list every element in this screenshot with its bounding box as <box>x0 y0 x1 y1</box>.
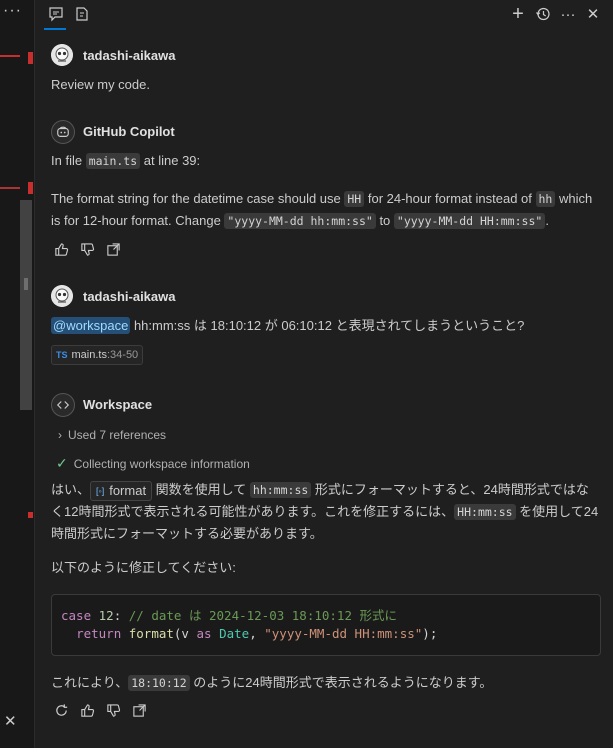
keyword: case <box>61 608 92 623</box>
text: 形式にフォーマットすると、24時間形式ではな <box>311 482 589 497</box>
message-author: tadashi-aikawa <box>83 289 176 304</box>
text: のように24時間形式で表示されるようになります。 <box>189 675 493 690</box>
error-marker <box>0 187 20 189</box>
message-line: 時間形式にフォーマットする必要があります。 <box>51 526 323 541</box>
used-references-toggle[interactable]: › Used 7 references <box>58 424 166 446</box>
text: to <box>375 213 394 228</box>
message-line: 以下のように修正してください: <box>51 560 236 575</box>
message-text: Review my code. <box>51 77 150 92</box>
close-icon[interactable]: ✕ <box>4 712 20 732</box>
active-tab-indicator <box>44 28 66 30</box>
punct: (v <box>173 626 197 641</box>
file-reference-chip[interactable]: TS main.ts:34-50 <box>51 345 144 365</box>
function: format <box>128 626 174 641</box>
error-marker <box>28 182 33 194</box>
keyword: as <box>196 626 212 641</box>
message-author: tadashi-aikawa <box>83 48 176 63</box>
text: hh:mm:ss は 18:10:12 が 06:10:12 と表現されてしまう… <box>130 318 525 333</box>
inline-code: "yyyy-MM-dd HH:mm:ss" <box>393 213 546 229</box>
comment: // date は 2024-12-03 18:10:12 形式に <box>128 608 398 623</box>
chevron-right-icon: › <box>58 428 62 442</box>
error-marker <box>28 512 33 518</box>
type: Date <box>219 626 250 641</box>
message-line: はい、 [◦] format 関数を使用して hh:mm:ss 形式にフォーマットす… <box>51 479 589 501</box>
workspace-mention[interactable]: @workspace <box>51 317 131 334</box>
inline-code: "yyyy-MM-dd hh:mm:ss" <box>224 213 376 229</box>
scrollbar-grip <box>24 278 28 290</box>
inline-code: main.ts <box>85 153 141 169</box>
inline-code: HH:mm:ss <box>454 504 516 520</box>
chat-header: + ··· ✕ <box>35 0 613 30</box>
left-panel: ··· ✕ <box>0 0 35 748</box>
text: これにより、 <box>51 675 129 690</box>
text: く12時間形式で表示される可能性があります。これを修正するには、 <box>51 504 455 519</box>
text: Collecting workspace information <box>73 457 250 471</box>
avatar <box>51 285 73 307</box>
thumbs-up-icon[interactable] <box>52 240 70 258</box>
file-name: main.ts <box>71 349 107 361</box>
more-icon[interactable]: ··· <box>559 5 577 23</box>
edits-icon[interactable] <box>73 5 91 23</box>
symbol-icon: [◦] <box>96 486 105 496</box>
punct: : <box>113 608 122 623</box>
insert-icon[interactable] <box>130 701 148 719</box>
close-icon[interactable]: ✕ <box>584 5 602 23</box>
insert-icon[interactable] <box>104 240 122 258</box>
text: is for 12-hour format. Change <box>51 213 225 228</box>
inline-code: hh <box>535 191 556 207</box>
text: 関数を使用して <box>152 482 250 497</box>
check-icon: ✓ <box>56 455 68 471</box>
workspace-icon <box>51 393 75 417</box>
number: 12 <box>98 608 114 623</box>
punct: ); <box>422 626 438 641</box>
string: "yyyy-MM-dd HH:mm:ss" <box>264 626 423 641</box>
chat-icon[interactable] <box>47 5 65 23</box>
message-line: is for 12-hour format. Change "yyyy-MM-d… <box>51 210 549 232</box>
message-author: Workspace <box>83 397 153 412</box>
text: を使用して24 <box>515 504 599 519</box>
retry-icon[interactable] <box>52 701 70 719</box>
avatar <box>51 44 73 66</box>
text: which <box>555 191 593 206</box>
message-line: The format string for the datetime case … <box>51 188 592 210</box>
message-line: @workspace hh:mm:ss は 18:10:12 が 06:10:1… <box>51 315 524 337</box>
code-line: return format(v as Date, "yyyy-MM-dd HH:… <box>61 626 437 641</box>
copilot-icon <box>51 120 75 144</box>
thumbs-down-icon[interactable] <box>104 701 122 719</box>
text: はい、 <box>51 482 91 497</box>
code-block[interactable]: case 12: // date は 2024-12-03 18:10:12 形… <box>51 594 601 656</box>
message-line: In file main.ts at line 39: <box>51 150 200 172</box>
more-actions-icon[interactable]: ··· <box>3 2 22 20</box>
text: at line 39: <box>140 153 201 168</box>
keyword: return <box>76 626 122 641</box>
code-line: case 12: // date は 2024-12-03 18:10:12 形… <box>61 605 397 624</box>
scrollbar-thumb[interactable] <box>20 200 32 410</box>
error-marker <box>28 52 33 64</box>
typescript-icon: TS <box>56 350 68 360</box>
progress-line: ✓ Collecting workspace information <box>56 452 250 475</box>
new-chat-icon[interactable]: + <box>509 3 527 25</box>
inline-code: 18:10:12 <box>128 675 190 691</box>
message-line: これにより、 18:10:12 のように24時間形式で表示されるようになります。 <box>51 672 492 694</box>
text: . <box>545 213 549 228</box>
message-author: GitHub Copilot <box>83 124 175 139</box>
symbol-chip[interactable]: [◦] format <box>90 481 153 501</box>
line-range: :34-50 <box>106 349 139 361</box>
message-line: く12時間形式で表示される可能性があります。これを修正するには、 HH:mm:ss… <box>51 501 598 523</box>
text: Used 7 references <box>68 428 167 442</box>
text: The format string for the datetime case … <box>51 191 345 206</box>
text: for 24-hour format instead of <box>364 191 536 206</box>
punct: , <box>249 626 265 641</box>
symbol-name: format <box>109 483 147 498</box>
error-marker <box>0 55 20 57</box>
text: In file <box>51 153 86 168</box>
thumbs-down-icon[interactable] <box>78 240 96 258</box>
history-icon[interactable] <box>534 5 552 23</box>
thumbs-up-icon[interactable] <box>78 701 96 719</box>
inline-code: hh:mm:ss <box>249 482 312 498</box>
inline-code: HH <box>344 191 365 207</box>
